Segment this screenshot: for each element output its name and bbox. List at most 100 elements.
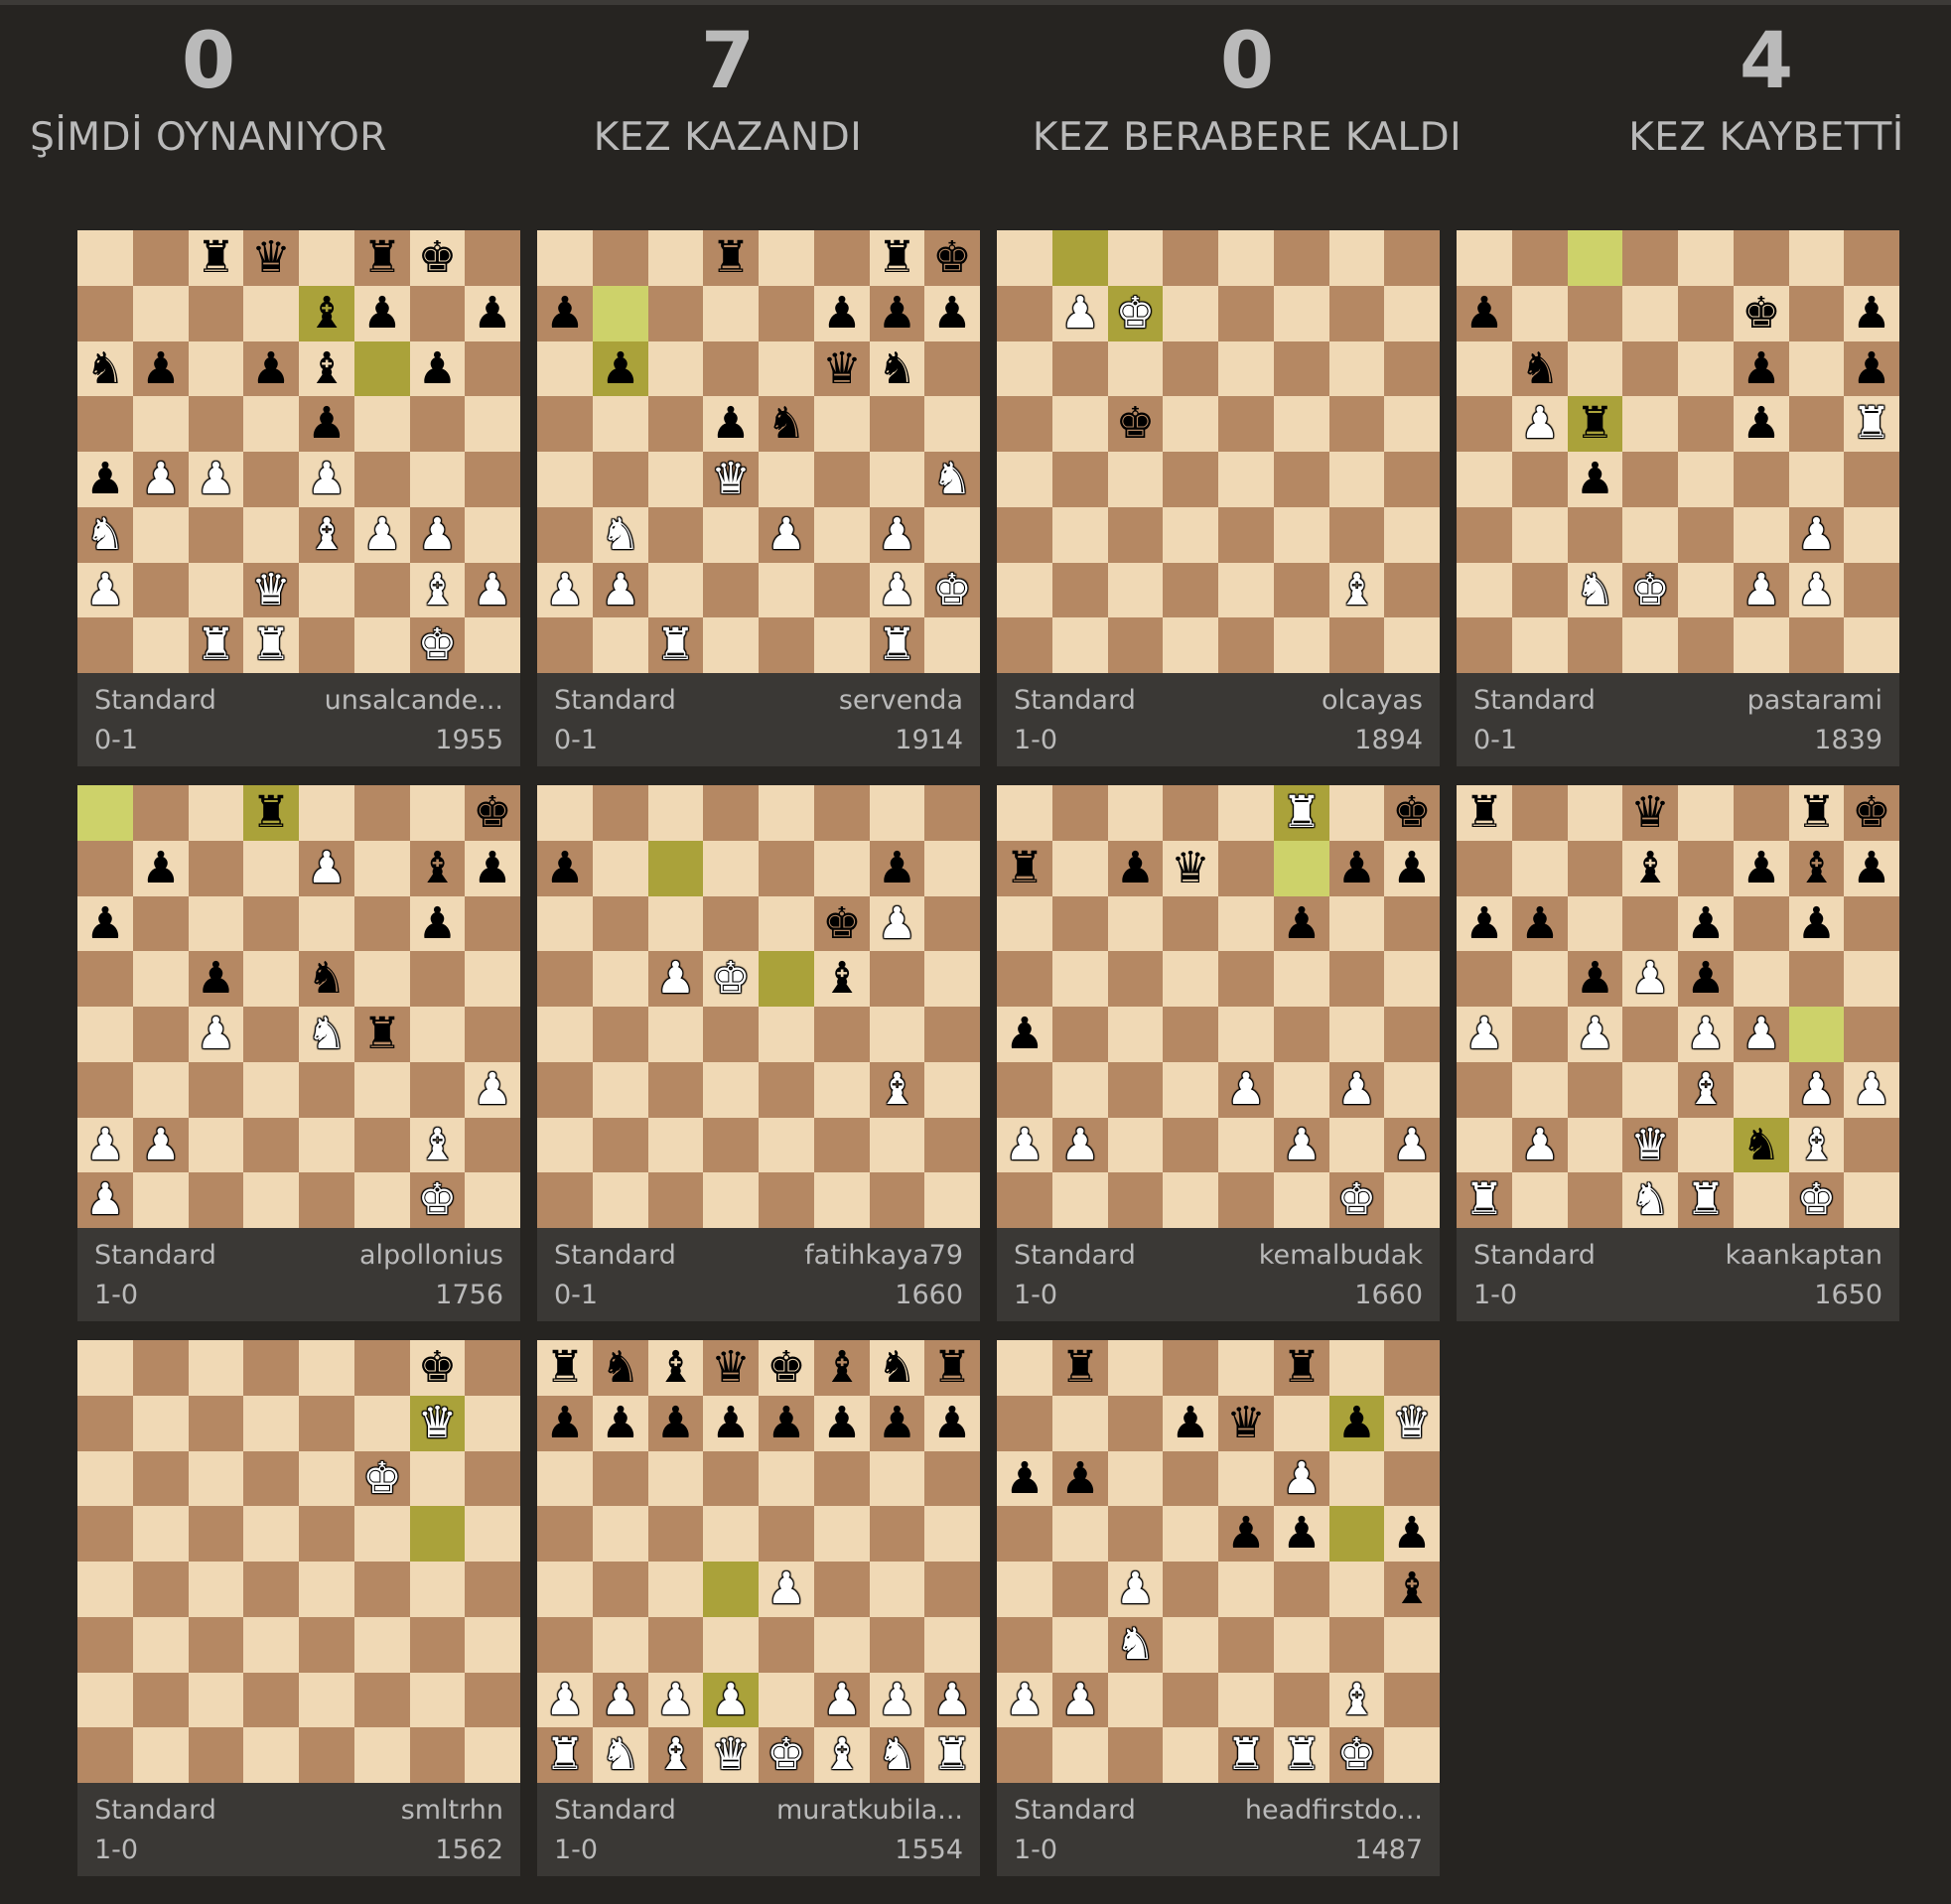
board-square <box>759 563 814 617</box>
black-pawn-icon: ♟ <box>1392 1508 1432 1559</box>
opponent-name[interactable]: headfirstdo... <box>1245 1793 1423 1829</box>
board-square <box>77 286 133 341</box>
board-square <box>997 1506 1052 1562</box>
board-square <box>133 230 189 286</box>
black-bishop-icon: ♝ <box>1630 843 1670 893</box>
board-square <box>354 896 410 951</box>
board-square: ♜ <box>189 617 243 673</box>
board-square <box>243 1340 299 1396</box>
chess-board[interactable]: ♜ ♚ ♟ ♟ ♝ ♟ ♟ ♟ ♟ ♞ ♟ ♞ ♜ ♟ ♟ ♟ ♝ ♟ ♚ <box>77 785 520 1228</box>
board-square <box>77 1562 133 1617</box>
board-square: ♛ <box>703 1727 759 1783</box>
board-square <box>1329 286 1384 341</box>
board-square <box>537 341 593 396</box>
board-square: ♟ <box>77 452 133 507</box>
chess-board[interactable]: ♜ ♜ ♚ ♟ ♟ ♟ ♟ ♟ ♛ ♞ ♟ ♞ ♛ ♞ ♞ ♟ ♟ ♟ ♟ ♟ ♚ ♜ ♜ <box>537 230 980 673</box>
board-square <box>1163 1451 1218 1506</box>
chess-board[interactable]: ♟ ♚ ♟ ♞ ♟ ♟ ♟ ♜ ♟ ♜ ♟ ♟ ♞ ♚ ♟ ♟ <box>1457 230 1899 673</box>
board-square <box>1052 452 1108 507</box>
chess-board[interactable]: ♜ ♛ ♜ ♚ ♝ ♟ ♝ ♟ ♟ ♟ ♟ ♟ ♟ ♟ ♟ ♟ ♟ ♟ ♟ ♝ ♟ ♟ ♟ ♛ ♞ ♝ ♜ ♞ ♜ ♚ <box>1457 785 1899 1228</box>
stat-draws[interactable]: 0 KEZ BERABERE KALDI <box>989 18 1505 163</box>
board-square: ♜ <box>354 230 410 286</box>
board-square <box>243 1562 299 1617</box>
white-knight-icon: ♞ <box>1575 565 1615 615</box>
white-pawn-icon: ♟ <box>601 1675 640 1725</box>
white-pawn-icon: ♟ <box>1005 1675 1045 1725</box>
stat-losses[interactable]: 4 KEZ KAYBETTİ <box>1508 18 1951 163</box>
board-square: ♜ <box>1052 1340 1108 1396</box>
opponent-name[interactable]: smltrhn <box>401 1793 503 1829</box>
board-square <box>299 1340 354 1396</box>
game-card[interactable]: ♜ ♞ ♝ ♛ ♚ ♝ ♞ ♜ ♟ ♟ ♟ ♟ ♟ ♟ ♟ ♟ ♟ ♟ ♟ ♟ ♟ ♟ ♟ ♟ ♜ ♞ ♝ ♛ ♚ ♝ ♞ ♜ Standard… <box>537 1340 980 1876</box>
board-square: ♟ <box>537 1673 593 1727</box>
opponent-name[interactable]: alpollonius <box>359 1238 503 1274</box>
board-square <box>997 951 1052 1007</box>
game-card[interactable]: ♜ ♚ ♟ ♟ ♝ ♟ ♟ ♟ ♟ ♞ ♟ ♞ ♜ ♟ ♟ ♟ ♝ ♟ ♚ Standard alpollonius 1-… <box>77 785 520 1321</box>
board-square <box>465 1617 520 1673</box>
board-square <box>410 286 465 341</box>
board-square: ♟ <box>759 1562 814 1617</box>
game-card[interactable]: ♜ ♛ ♜ ♚ ♝ ♟ ♝ ♟ ♟ ♟ ♟ ♟ ♟ ♟ ♟ ♟ ♟ ♟ ♟ ♝ ♟ ♟ ♟ ♛ ♞ ♝ ♜ ♞ ♜ ♚ Standard ka… <box>1457 785 1899 1321</box>
opponent-name[interactable]: muratkubila... <box>776 1793 963 1829</box>
board-square <box>997 1172 1052 1228</box>
board-square: ♜ <box>1274 1340 1329 1396</box>
game-card[interactable]: ♜ ♜ ♟ ♛ ♟ ♛ ♟ ♟ ♟ ♟ ♟ ♟ ♟ ♝ ♞ ♟ ♟ ♝ ♜ ♜ ♚ Standard headfirstdo… <box>997 1340 1440 1876</box>
opponent-rating: 1756 <box>435 1280 503 1310</box>
board-square: ♟ <box>997 1451 1052 1506</box>
board-square <box>1512 563 1568 617</box>
board-square: ♚ <box>410 1172 465 1228</box>
game-card[interactable]: ♜ ♛ ♜ ♚ ♝ ♟ ♟ ♞ ♟ ♟ ♝ ♟ ♟ ♟ ♟ ♟ ♟ ♞ ♝ ♟ ♟ ♟ ♛ ♝ ♟ ♜ ♜ ♚ Standard unsa… <box>77 230 520 766</box>
board-square <box>997 896 1052 951</box>
board-square: ♟ <box>1789 896 1844 951</box>
board-square <box>465 1172 520 1228</box>
board-square <box>1218 230 1274 286</box>
game-card[interactable]: ♜ ♜ ♚ ♟ ♟ ♟ ♟ ♟ ♛ ♞ ♟ ♞ ♛ ♞ ♞ ♟ ♟ ♟ ♟ ♟ ♚ ♜ ♜ Standard servenda 0… <box>537 230 980 766</box>
black-pawn-icon: ♟ <box>362 288 402 339</box>
board-square <box>593 896 648 951</box>
stat-wins[interactable]: 7 KEZ KAZANDI <box>470 18 986 163</box>
board-square <box>133 896 189 951</box>
board-square: ♝ <box>814 951 870 1007</box>
opponent-name[interactable]: pastarami <box>1747 683 1882 719</box>
board-square <box>243 841 299 896</box>
stat-label: ŞİMDİ OYNANIYOR <box>30 115 387 160</box>
stat-playing-now[interactable]: 0 ŞİMDİ OYNANIYOR <box>0 18 467 163</box>
board-square <box>814 1118 870 1172</box>
board-square <box>1329 452 1384 507</box>
game-card[interactable]: ♚ ♛ ♚ Standard smltrhn 1-0 1562 <box>77 1340 520 1876</box>
chess-board[interactable]: ♚ ♛ ♚ <box>77 1340 520 1783</box>
opponent-name[interactable]: fatihkaya79 <box>804 1238 963 1274</box>
game-card[interactable]: ♟ ♚ ♟ ♞ ♟ ♟ ♟ ♜ ♟ ♜ ♟ ♟ ♞ ♚ ♟ ♟ Standard pastarami 0-1 1839 <box>1457 230 1899 766</box>
white-bishop-icon: ♝ <box>655 1729 696 1780</box>
board-square <box>1052 1007 1108 1062</box>
board-square <box>1384 1617 1440 1673</box>
game-card[interactable]: ♟ ♚ ♚ ♝ Standard olcayas 1-0 1894 <box>997 230 1440 766</box>
chess-board[interactable]: ♜ ♜ ♟ ♛ ♟ ♛ ♟ ♟ ♟ ♟ ♟ ♟ ♟ ♝ ♞ ♟ ♟ ♝ ♜ ♜ ♚ <box>997 1340 1440 1783</box>
chess-board[interactable]: ♜ ♞ ♝ ♛ ♚ ♝ ♞ ♜ ♟ ♟ ♟ ♟ ♟ ♟ ♟ ♟ ♟ ♟ ♟ ♟ ♟ ♟ ♟ ♟ ♜ ♞ ♝ ♛ ♚ ♝ ♞ ♜ <box>537 1340 980 1783</box>
chess-board[interactable]: ♟ ♟ ♚ ♟ ♟ ♚ ♝ ♝ <box>537 785 980 1228</box>
board-square <box>1218 1340 1274 1396</box>
opponent-name[interactable]: olcayas <box>1322 683 1423 719</box>
opponent-name[interactable]: servenda <box>839 683 963 719</box>
opponent-name[interactable]: kemalbudak <box>1259 1238 1423 1274</box>
board-square <box>1457 396 1512 452</box>
board-square <box>1274 341 1329 396</box>
black-rook-icon: ♜ <box>362 232 402 283</box>
board-square <box>410 1562 465 1617</box>
chess-board[interactable]: ♜ ♛ ♜ ♚ ♝ ♟ ♟ ♞ ♟ ♟ ♝ ♟ ♟ ♟ ♟ ♟ ♟ ♞ ♝ ♟ ♟ ♟ ♛ ♝ ♟ ♜ ♜ ♚ <box>77 230 520 673</box>
board-square <box>1568 507 1622 563</box>
black-rook-icon: ♜ <box>251 787 291 838</box>
chess-board[interactable]: ♜ ♚ ♜ ♟ ♛ ♟ ♟ ♟ ♟ ♟ ♟ ♟ ♟ ♟ ♟ ♚ <box>997 785 1440 1228</box>
board-square: ♟ <box>1568 951 1622 1007</box>
game-card[interactable]: ♟ ♟ ♚ ♟ ♟ ♚ ♝ ♝ Standard fatihkaya79 0-1 1660 <box>537 785 980 1321</box>
game-card[interactable]: ♜ ♚ ♜ ♟ ♛ ♟ ♟ ♟ ♟ ♟ ♟ ♟ ♟ ♟ ♟ ♚ Standard kemalbudak 1-0 166… <box>997 785 1440 1321</box>
white-pawn-icon: ♟ <box>141 1120 181 1170</box>
game-info: Standard unsalcande... 0-1 1955 <box>77 673 520 766</box>
opponent-name[interactable]: kaankaptan <box>1726 1238 1882 1274</box>
board-square <box>465 1727 520 1783</box>
chess-board[interactable]: ♟ ♚ ♚ ♝ <box>997 230 1440 673</box>
board-square <box>1218 452 1274 507</box>
board-square <box>814 1062 870 1118</box>
opponent-name[interactable]: unsalcande... <box>325 683 503 719</box>
board-square <box>997 1562 1052 1617</box>
